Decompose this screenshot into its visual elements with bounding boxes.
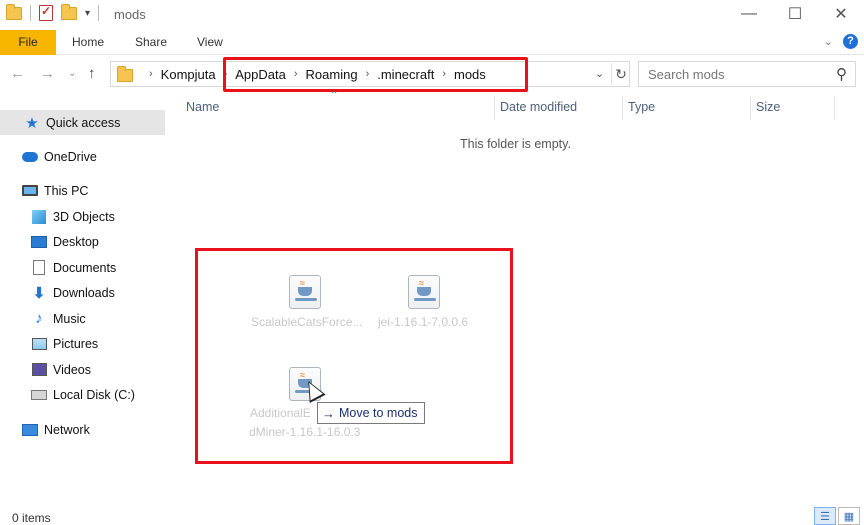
sidebar-item-music[interactable]: ♪ Music: [0, 306, 165, 331]
sidebar-item-desktop[interactable]: Desktop: [0, 229, 165, 254]
cube-icon: [31, 209, 47, 224]
picture-icon: [31, 337, 47, 351]
sidebar-item-label: Music: [53, 311, 86, 326]
sidebar-item-quick-access[interactable]: ★ Quick access: [0, 110, 165, 135]
java-jar-file-icon[interactable]: ≈: [289, 275, 321, 309]
quick-access-toolbar: ▾: [6, 3, 100, 21]
sort-ascending-icon: ⌃: [330, 90, 339, 101]
sidebar-item-label: Pictures: [53, 336, 99, 351]
toolbar-divider: [98, 5, 100, 21]
properties-icon[interactable]: [39, 4, 53, 21]
empty-folder-message: This folder is empty.: [460, 137, 571, 151]
title-bar: ▾ mods — ☐ ✕: [0, 0, 864, 30]
dragged-file-label: jei-1.16.1-7.0.0.6: [378, 315, 469, 329]
sidebar-item-label: Videos: [53, 362, 91, 377]
download-arrow-icon: ⬇: [32, 284, 46, 302]
breadcrumb-separator-icon[interactable]: ›: [149, 68, 153, 80]
dragged-file-label: ScalableCatsForce...: [251, 315, 363, 329]
ribbon-right-controls: ⌄ ?: [824, 34, 858, 49]
drag-tooltip: → Move to mods: [317, 402, 425, 424]
sidebar-item-label: This PC: [44, 183, 89, 198]
tab-file[interactable]: File: [0, 30, 56, 55]
status-bar: 0 items ☰ ▦: [0, 506, 864, 525]
sidebar-item-label: Network: [44, 422, 90, 437]
close-button[interactable]: ✕: [818, 0, 864, 28]
document-icon: [31, 260, 47, 275]
new-folder-icon[interactable]: [61, 3, 77, 20]
sidebar-item-documents[interactable]: Documents: [0, 255, 165, 280]
sidebar-item-label: Desktop: [53, 234, 99, 249]
expand-ribbon-chevron-icon[interactable]: ⌄: [824, 35, 833, 48]
sidebar-item-videos[interactable]: Videos: [0, 357, 165, 382]
tab-home[interactable]: Home: [72, 30, 104, 55]
network-icon: [22, 423, 38, 437]
navigation-pane: ★ Quick access OneDrive This PC 3D Objec…: [0, 96, 165, 506]
column-divider[interactable]: [750, 96, 751, 120]
back-button[interactable]: ←: [10, 65, 25, 82]
column-header-date-modified[interactable]: Date modified: [500, 100, 577, 114]
column-divider[interactable]: [622, 96, 623, 120]
breadcrumb-item-kompjuta[interactable]: Kompjuta: [161, 67, 216, 82]
customize-toolbar-chevron-icon[interactable]: ▾: [85, 8, 90, 19]
sidebar-item-pictures[interactable]: Pictures: [0, 331, 165, 356]
sidebar-item-label: Downloads: [53, 285, 115, 300]
folder-icon: [117, 66, 133, 82]
search-icon[interactable]: ⚲: [836, 65, 847, 83]
desktop-icon: [31, 235, 47, 249]
sidebar-item-label: Documents: [53, 260, 117, 275]
refresh-icon[interactable]: ↻: [611, 63, 630, 85]
folder-icon[interactable]: [6, 3, 22, 20]
java-jar-file-icon[interactable]: ≈: [408, 275, 440, 309]
sidebar-item-local-disk[interactable]: Local Disk (C:): [0, 382, 165, 407]
move-arrow-icon: →: [322, 405, 335, 421]
music-note-icon: ♪: [35, 310, 43, 327]
sidebar-item-onedrive[interactable]: OneDrive: [0, 144, 165, 169]
dragged-file-label: AdditionalE: [250, 406, 311, 420]
sidebar-item-label: Local Disk (C:): [53, 387, 135, 402]
details-view-icon[interactable]: ☰: [814, 507, 836, 525]
sidebar-item-label: Quick access: [46, 115, 121, 130]
maximize-button[interactable]: ☐: [772, 0, 818, 28]
item-count: 0 items: [12, 511, 51, 525]
search-box[interactable]: Search mods ⚲: [638, 61, 856, 87]
tab-share[interactable]: Share: [135, 30, 167, 55]
film-icon: [31, 363, 47, 377]
window-controls: — ☐ ✕: [726, 0, 864, 28]
sidebar-item-downloads[interactable]: ⬇ Downloads: [0, 280, 165, 305]
computer-icon: [22, 184, 38, 198]
sidebar-item-this-pc[interactable]: This PC: [0, 178, 165, 203]
dragged-file-label: dMiner-1.16.1-16.0.3: [249, 425, 361, 439]
window-title: mods: [114, 7, 146, 22]
column-header-type[interactable]: Type: [628, 100, 655, 114]
recent-locations-chevron-icon[interactable]: ⌄: [68, 68, 76, 79]
address-highlight-annotation: [223, 57, 528, 92]
view-switcher: ☰ ▦: [814, 507, 860, 525]
sidebar-item-3d-objects[interactable]: 3D Objects: [0, 204, 165, 229]
address-history-chevron-icon[interactable]: ⌄: [595, 67, 604, 80]
column-divider[interactable]: [834, 96, 835, 120]
star-icon: ★: [25, 114, 39, 132]
cloud-icon: [22, 150, 38, 164]
ribbon: File Home Share View ⌄ ?: [0, 30, 864, 55]
tab-view[interactable]: View: [197, 30, 223, 55]
forward-button[interactable]: →: [40, 65, 55, 82]
minimize-button[interactable]: —: [726, 0, 772, 28]
sidebar-item-network[interactable]: Network: [0, 417, 165, 442]
sidebar-item-label: OneDrive: [44, 149, 97, 164]
column-header-name[interactable]: Name: [186, 100, 219, 114]
search-placeholder: Search mods: [648, 67, 725, 82]
sidebar-item-label: 3D Objects: [53, 209, 115, 224]
up-button[interactable]: ↑: [88, 65, 96, 82]
large-icons-view-icon[interactable]: ▦: [838, 507, 860, 525]
column-header-size[interactable]: Size: [756, 100, 780, 114]
drag-tooltip-text: Move to mods: [339, 406, 418, 420]
disk-drive-icon: [31, 388, 47, 402]
toolbar-divider: [30, 5, 31, 21]
column-divider[interactable]: [494, 96, 495, 120]
help-icon[interactable]: ?: [843, 34, 858, 49]
